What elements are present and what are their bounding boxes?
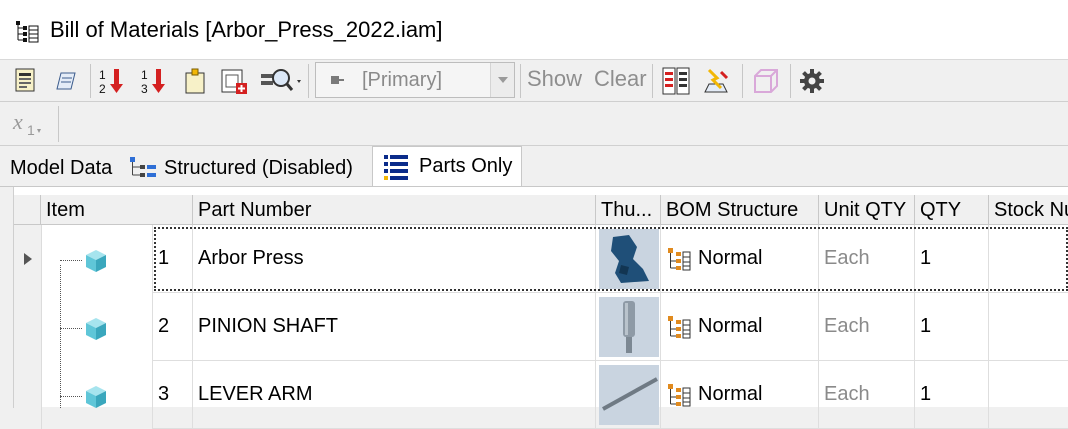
bom-structure-value: Normal xyxy=(698,315,763,337)
renumber-items-button[interactable]: 1 3 xyxy=(138,65,170,97)
cell-item[interactable]: 3 xyxy=(152,361,192,429)
bom-structure-value: Normal xyxy=(698,383,763,405)
svg-text:2: 2 xyxy=(99,82,106,96)
edit-button[interactable] xyxy=(50,65,82,97)
zoom-selection-icon xyxy=(754,69,778,93)
cell-qty[interactable]: 1 xyxy=(914,361,988,429)
export-bom-icon xyxy=(15,68,35,92)
column-header-qty[interactable]: QTY xyxy=(914,195,988,225)
export-bom-button[interactable] xyxy=(10,65,42,97)
cell-bom-structure[interactable]: Normal xyxy=(660,293,818,361)
cell-stock-number[interactable] xyxy=(988,293,1068,361)
update-mass-button[interactable] xyxy=(700,65,732,97)
chevron-down-icon[interactable] xyxy=(490,63,514,97)
cell-unit-qty[interactable]: Each xyxy=(818,361,914,429)
cell-thumbnail xyxy=(595,293,660,361)
bom-app-icon xyxy=(16,21,39,43)
cell-item[interactable]: 1 xyxy=(152,225,192,293)
table-header: Item Part Number Thu... BOM Structure Un… xyxy=(14,195,1068,225)
find-button[interactable] xyxy=(258,65,304,97)
add-custom-part-button[interactable] xyxy=(180,65,212,97)
table-row[interactable]: 3 LEVER ARM Normal Each 1 xyxy=(14,361,1068,429)
svg-text:1: 1 xyxy=(141,68,148,82)
cell-thumbnail xyxy=(595,225,660,293)
add-custom-part-icon xyxy=(185,68,205,94)
sort-button[interactable]: 1 2 xyxy=(96,65,128,97)
arbor-press-thumbnail xyxy=(599,228,659,289)
bom-structure-value: Normal xyxy=(698,247,763,269)
lever-arm-thumbnail xyxy=(599,364,659,425)
tab-strip: Model Data Structured (Disabled) Parts O… xyxy=(0,146,1068,186)
cell-item[interactable]: 2 xyxy=(152,293,192,361)
cell-stock-number[interactable] xyxy=(988,361,1068,429)
row-selector[interactable] xyxy=(14,225,42,293)
formula-button[interactable]: x 1 xyxy=(6,106,50,142)
formula-icon: x 1 xyxy=(12,109,41,138)
table-row[interactable]: 1 Arbor Press Normal Each 1 xyxy=(14,225,1068,293)
part-cube-icon xyxy=(86,318,106,340)
svg-text:1: 1 xyxy=(27,122,35,138)
show-button[interactable]: Show xyxy=(527,66,582,92)
column-header-stock-number[interactable]: Stock Nu xyxy=(988,195,1068,225)
pinion-shaft-thumbnail xyxy=(599,296,659,357)
bom-structure-icon xyxy=(668,247,691,270)
view-select[interactable]: [Primary] xyxy=(315,62,515,98)
bom-structure-icon xyxy=(668,315,691,338)
bom-table: Item Part Number Thu... BOM Structure Un… xyxy=(0,186,1068,429)
parts-list-icon xyxy=(384,154,408,180)
bom-settings-icon xyxy=(662,67,690,95)
cell-thumbnail xyxy=(595,361,660,429)
cell-bom-structure[interactable]: Normal xyxy=(660,225,818,293)
cell-part-number[interactable]: Arbor Press xyxy=(192,225,595,293)
title-bar: Bill of Materials [Arbor_Press_2022.iam] xyxy=(0,0,1068,60)
cell-part-number[interactable]: PINION SHAFT xyxy=(192,293,595,361)
renumber-items-icon: 1 3 xyxy=(141,68,165,96)
edit-icon xyxy=(56,72,76,90)
tab-parts-only[interactable]: Parts Only xyxy=(372,146,522,186)
table-row[interactable]: 2 PINION SHAFT Normal Each 1 xyxy=(14,293,1068,361)
bom-settings-button[interactable] xyxy=(660,65,692,97)
tab-label: Parts Only xyxy=(419,155,513,177)
window-title: Bill of Materials [Arbor_Press_2022.iam] xyxy=(50,17,443,42)
sort-ascending-icon: 1 2 xyxy=(99,68,123,96)
svg-text:x: x xyxy=(12,109,23,134)
cell-qty[interactable]: 1 xyxy=(914,293,988,361)
tab-label: Structured (Disabled) xyxy=(164,156,353,179)
structured-tree-icon xyxy=(130,157,156,177)
zoom-selection-button[interactable] xyxy=(750,65,782,97)
cell-part-number[interactable]: LEVER ARM xyxy=(192,361,595,429)
tab-label: Model Data xyxy=(10,156,113,179)
column-header-bom-structure[interactable]: BOM Structure xyxy=(660,195,818,225)
tab-structured[interactable]: Structured (Disabled) xyxy=(128,150,353,186)
column-header-item[interactable]: Item xyxy=(40,195,192,225)
cell-bom-structure[interactable]: Normal xyxy=(660,361,818,429)
formula-bar: x 1 xyxy=(0,102,1068,146)
part-cube-icon xyxy=(86,250,106,272)
row-selector[interactable] xyxy=(14,361,42,429)
cell-unit-qty[interactable]: Each xyxy=(818,293,914,361)
pin-icon xyxy=(331,76,344,84)
clear-button[interactable]: Clear xyxy=(594,66,647,92)
formula-input[interactable] xyxy=(58,106,1068,142)
current-row-icon xyxy=(23,253,32,265)
column-header-unit-qty[interactable]: Unit QTY xyxy=(818,195,914,225)
tab-model-data[interactable]: Model Data xyxy=(10,150,112,186)
find-icon xyxy=(261,69,301,91)
column-header-thumbnail[interactable]: Thu... xyxy=(595,195,660,225)
part-cube-icon xyxy=(86,386,106,408)
options-button[interactable] xyxy=(796,65,828,97)
update-mass-icon xyxy=(704,68,729,93)
svg-text:3: 3 xyxy=(141,82,148,96)
column-header-part-number[interactable]: Part Number xyxy=(192,195,595,225)
cell-qty[interactable]: 1 xyxy=(914,225,988,293)
gear-icon xyxy=(800,69,824,93)
custom-part-button[interactable] xyxy=(218,65,250,97)
cell-unit-qty[interactable]: Each xyxy=(818,225,914,293)
svg-text:1: 1 xyxy=(99,68,106,82)
row-selector[interactable] xyxy=(14,293,42,361)
view-select-value: [Primary] xyxy=(362,69,442,91)
cell-stock-number[interactable] xyxy=(988,225,1068,293)
custom-part-icon xyxy=(221,69,247,94)
bom-structure-icon xyxy=(668,383,691,406)
